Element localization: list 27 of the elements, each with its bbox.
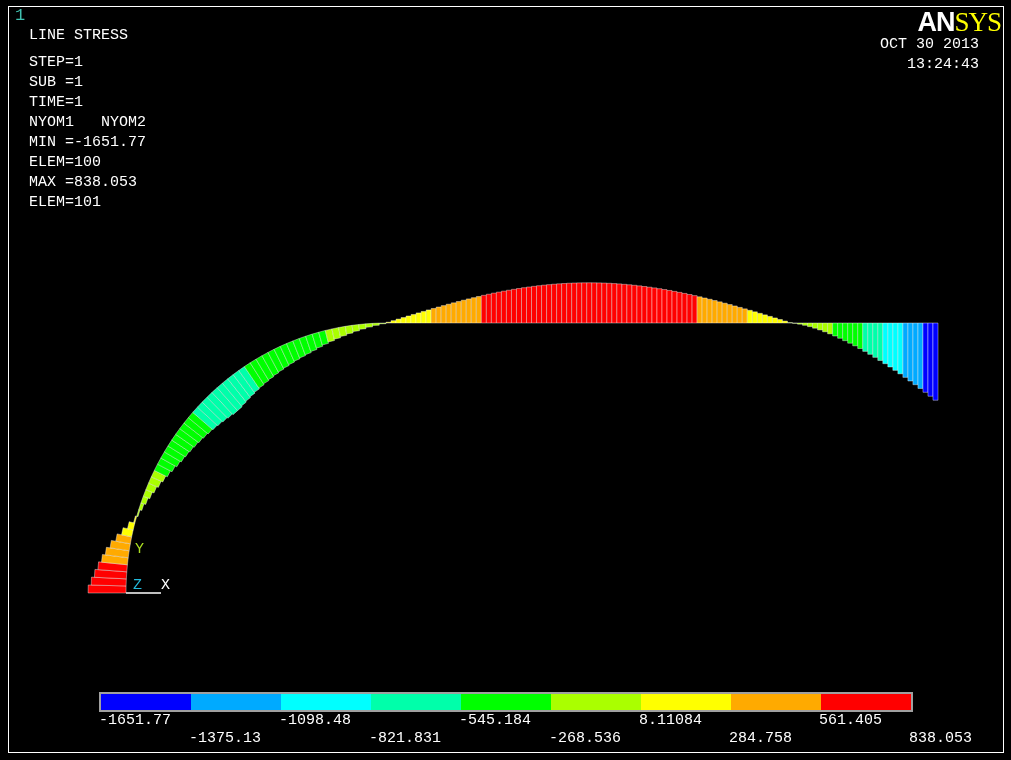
info-line: SUB =1 — [28, 73, 84, 93]
axis-label: Y — [135, 541, 144, 558]
info-line: STEP=1 — [28, 53, 84, 73]
info-line: MAX =838.053 — [28, 173, 139, 193]
info-line: TIME=1 — [28, 93, 84, 113]
info-line: ELEM=100 — [28, 153, 102, 173]
legend-label: 8.11084 — [639, 712, 703, 730]
info-line: NYOM1 NYOM2 — [28, 113, 147, 133]
axis-label: Z — [133, 577, 142, 594]
legend-label: 561.405 — [819, 712, 883, 730]
legend-label: -1651.77 — [99, 712, 172, 730]
x-axis-line — [125, 592, 162, 594]
plot-date: OCT 30 2013 — [879, 35, 980, 55]
legend-label: -545.184 — [459, 712, 532, 730]
legend-label: 284.758 — [729, 730, 793, 748]
info-line: MIN =-1651.77 — [28, 133, 147, 153]
legend-label: -1098.48 — [279, 712, 352, 730]
axis-label: X — [161, 577, 170, 594]
legend-label: -268.536 — [549, 730, 622, 748]
legend-label: -821.831 — [369, 730, 442, 748]
info-line: ELEM=101 — [28, 193, 102, 213]
legend-label: -1375.13 — [189, 730, 262, 748]
plot-time: 13:24:43 — [907, 55, 980, 75]
window-number: 1 — [15, 7, 27, 25]
logo: ANSYS — [917, 9, 1001, 35]
legend-label: 838.053 — [909, 730, 973, 748]
plot-title: LINE STRESS — [28, 26, 130, 46]
